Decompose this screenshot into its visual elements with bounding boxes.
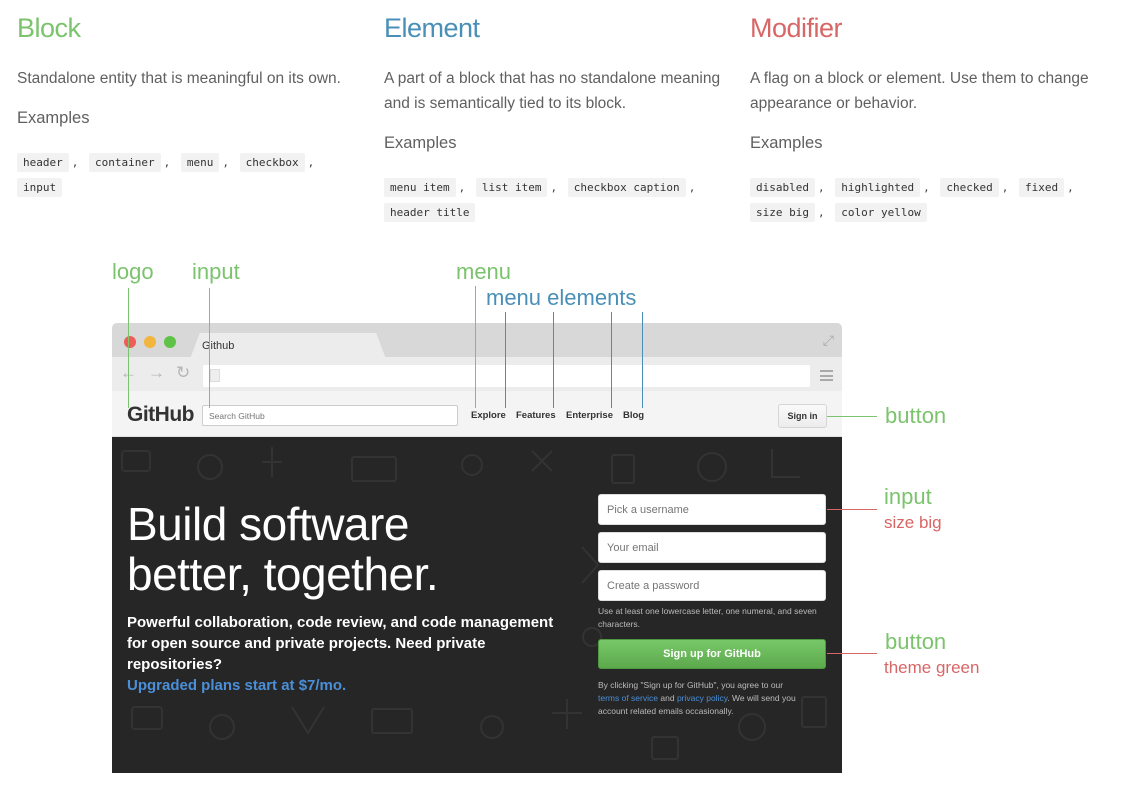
password-hint: Use at least one lowercase letter, one n…	[598, 606, 817, 629]
modifier-title: Modifier	[750, 13, 843, 43]
example-code: color yellow	[835, 203, 927, 222]
logo-connector-line	[128, 288, 129, 408]
privacy-policy-link[interactable]: privacy policy	[677, 693, 727, 703]
example-code: header title	[384, 203, 476, 222]
example-code: container	[89, 153, 161, 172]
block-description: Standalone entity that is meaningful on …	[17, 70, 341, 87]
legal-and: and	[660, 693, 675, 703]
hero-headline-line1: Build software	[127, 498, 409, 550]
annotation-logo: logo	[112, 259, 154, 284]
browser-window: Github ⤢ ← → ↻ GitHub Explore Features E…	[112, 323, 842, 794]
hero-lead: Powerful collaboration, code review, and…	[127, 612, 567, 696]
example-code: fixed	[1018, 178, 1065, 197]
forward-icon[interactable]: →	[148, 363, 165, 383]
legal-pre: By clicking "Sign up for GitHub", you ag…	[598, 680, 784, 690]
modifier-examples-label: Examples	[750, 134, 823, 152]
menu-connector-line	[475, 286, 476, 408]
hero-headline: Build software better, together.	[127, 499, 567, 599]
annotation-hero-input: input	[884, 484, 932, 509]
reload-icon[interactable]: ↻	[176, 363, 190, 383]
nav-item-features[interactable]: Features	[516, 410, 556, 421]
username-input[interactable]	[598, 494, 826, 525]
example-code: highlighted	[835, 178, 921, 197]
minimize-dot-icon[interactable]	[144, 336, 156, 348]
page-footer-strip	[112, 773, 842, 794]
browser-menu-icon[interactable]	[820, 370, 833, 381]
annotation-menu: menu	[456, 259, 512, 284]
annotation-input: input	[192, 259, 240, 284]
nav-item-enterprise[interactable]: Enterprise	[566, 410, 613, 421]
example-code: menu item	[384, 178, 456, 197]
nav-item-explore[interactable]: Explore	[471, 410, 506, 421]
element-description: A part of a block that has no standalone…	[384, 70, 721, 112]
input-connector-line	[209, 288, 210, 408]
fullscreen-icon[interactable]: ⤢	[823, 332, 834, 349]
terms-of-service-link[interactable]: terms of service	[598, 693, 658, 703]
element-examples-label: Examples	[384, 134, 457, 152]
hero-button-connector-line	[827, 653, 877, 654]
element-column: Element A part of a block that has no st…	[384, 10, 734, 225]
github-logo[interactable]: GitHub	[127, 403, 194, 427]
example-code: checkbox	[239, 153, 305, 172]
example-code: checked	[940, 178, 999, 197]
annotation-hero-button-modifier: theme green	[884, 658, 980, 677]
github-search-input[interactable]	[202, 405, 458, 426]
close-dot-icon[interactable]	[124, 336, 136, 348]
hero-headline-line2: better, together.	[127, 548, 439, 600]
signup-button[interactable]: Sign up for GitHub	[598, 639, 826, 669]
example-code: disabled	[750, 178, 815, 197]
sign-in-button[interactable]: Sign in	[778, 404, 827, 428]
menu-element-connector-line	[642, 312, 643, 408]
annotation-hero-input-modifier: size big	[884, 513, 942, 532]
block-column: Block Standalone entity that is meaningf…	[17, 10, 367, 200]
modifier-column: Modifier A flag on a block or element. U…	[750, 10, 1100, 225]
annotation-button: button	[885, 403, 947, 428]
address-bar[interactable]	[203, 365, 810, 387]
legal-text: By clicking "Sign up for GitHub", you ag…	[598, 679, 826, 718]
example-code: menu	[180, 153, 220, 172]
maximize-dot-icon[interactable]	[164, 336, 176, 348]
block-examples-label: Examples	[17, 109, 90, 127]
element-title: Element	[384, 13, 480, 43]
annotation-hero-button: button	[885, 629, 947, 654]
annotation-menu-elements: menu elements	[486, 285, 637, 310]
nav-item-blog[interactable]: Blog	[623, 410, 644, 421]
block-examples: header, container, menu, checkbox, input	[17, 150, 367, 200]
hero-input-connector-line	[827, 509, 877, 510]
email-input[interactable]	[598, 532, 826, 563]
example-code: header	[17, 153, 69, 172]
button-connector-line	[827, 416, 877, 417]
github-hero: Build software better, together. Powerfu…	[112, 437, 842, 773]
element-examples: menu item, list item, checkbox caption, …	[384, 175, 734, 225]
browser-tab-title: Github	[202, 340, 235, 352]
page-icon	[210, 369, 220, 382]
menu-element-connector-line	[611, 312, 612, 408]
example-code: input	[17, 178, 63, 197]
example-code: size big	[750, 203, 815, 222]
upgraded-plans-link[interactable]: Upgraded plans start at $7/mo.	[127, 677, 346, 694]
hero-lead-text: Powerful collaboration, code review, and…	[127, 614, 554, 673]
example-code: checkbox caption	[567, 178, 686, 197]
modifier-description: A flag on a block or element. Use them t…	[750, 70, 1089, 112]
example-code: list item	[475, 178, 548, 197]
menu-element-connector-line	[505, 312, 506, 408]
modifier-examples: disabled, highlighted, checked, fixed, s…	[750, 175, 1100, 225]
menu-element-connector-line	[553, 312, 554, 408]
password-input[interactable]	[598, 570, 826, 601]
block-title: Block	[17, 13, 81, 43]
